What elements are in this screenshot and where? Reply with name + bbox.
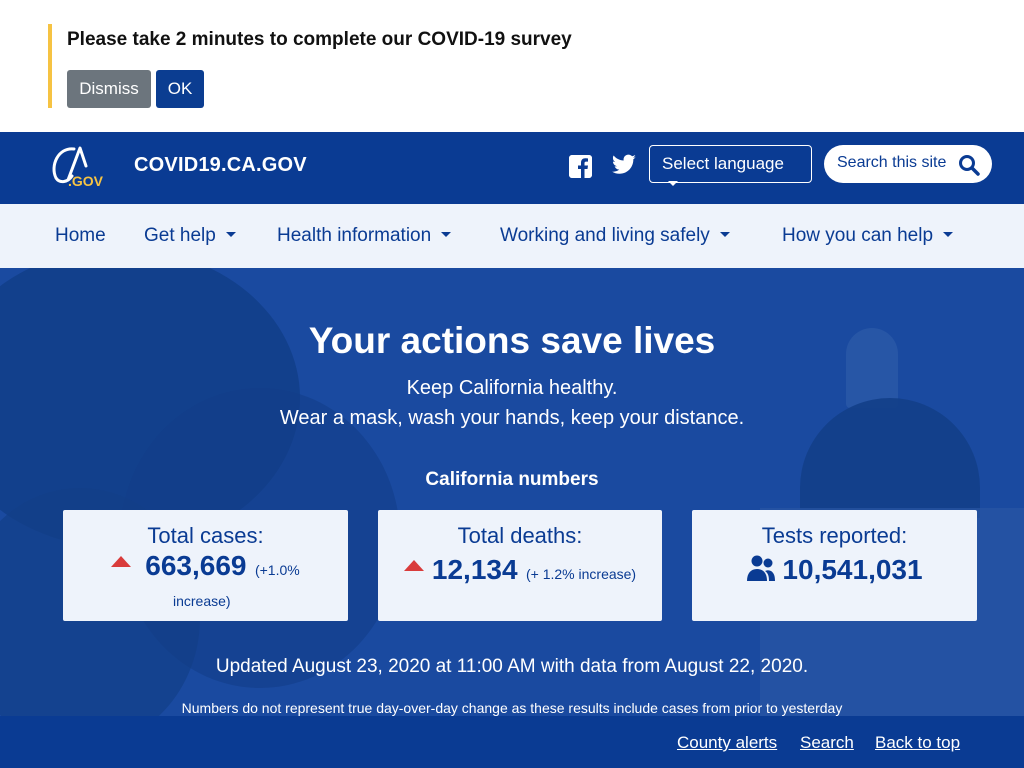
search-placeholder: Search this site — [837, 154, 947, 171]
facebook-icon[interactable] — [569, 155, 592, 178]
ok-button[interactable]: OK — [156, 70, 204, 108]
nav-item-label: How you can help — [782, 225, 934, 246]
numbers-heading: California numbers — [425, 469, 599, 490]
card-label: Total cases: — [147, 523, 264, 548]
search-input[interactable]: Search this site — [824, 145, 992, 183]
chevron-down-icon — [943, 231, 954, 237]
chevron-down-icon — [441, 231, 452, 237]
card-value-row: 663,669 (+1.0% — [63, 550, 348, 582]
card-value-row: 12,134 (+ 1.2% increase) — [378, 554, 662, 586]
site-title[interactable]: COVID19.CA.GOV — [134, 154, 307, 177]
search-link[interactable]: Search — [800, 733, 854, 753]
nav-item-label: Get help — [144, 225, 216, 246]
dismiss-button[interactable]: Dismiss — [67, 70, 151, 108]
card-value: 10,541,031 — [782, 554, 923, 585]
chevron-down-icon — [225, 231, 236, 237]
nav-item-label: Health information — [277, 225, 432, 246]
sticky-footer-bar: County alerts Search Back to top — [0, 716, 1024, 768]
increase-arrow-icon — [403, 560, 424, 571]
people-icon — [747, 555, 776, 581]
nav-item-health-information[interactable]: Health information — [277, 225, 452, 247]
survey-message: Please take 2 minutes to complete our CO… — [67, 29, 572, 50]
survey-banner: Please take 2 minutes to complete our CO… — [0, 0, 1024, 132]
select-language-button[interactable]: Select language — [649, 145, 812, 186]
search-icon[interactable] — [957, 153, 981, 177]
survey-accent-bar — [48, 24, 52, 108]
ca-gov-logo[interactable]: .GOV — [48, 144, 104, 190]
card-value: 12,134 — [431, 554, 518, 585]
hero-subtitle: Wear a mask, wash your hands, keep your … — [279, 407, 745, 429]
card-label: Total deaths: — [457, 523, 583, 548]
card-note: (+1.0% — [254, 562, 300, 578]
nav-item-working-and-living-safely[interactable]: Working and living safely — [500, 225, 730, 247]
total-cases-card: Total cases: 663,669 (+1.0% increase) — [63, 510, 348, 621]
card-note: (+ 1.2% increase) — [525, 566, 637, 582]
county-alerts-link[interactable]: County alerts — [677, 733, 777, 753]
data-disclaimer: Numbers do not represent true day-over-d… — [181, 700, 843, 716]
hero-section: Your actions save lives Keep California … — [0, 268, 1024, 716]
total-deaths-card: Total deaths: 12,134 (+ 1.2% increase) — [378, 510, 662, 621]
nav-item-label: Working and living safely — [500, 225, 710, 246]
card-value-row: 10,541,031 — [692, 554, 977, 586]
select-language-label: Select language — [662, 154, 784, 173]
hero-title: Your actions save lives — [308, 320, 716, 361]
chevron-down-icon — [668, 180, 678, 186]
card-value: 663,669 — [145, 550, 247, 581]
card-label: Tests reported: — [761, 523, 908, 548]
nav-item-home[interactable]: Home — [55, 225, 106, 247]
site-header: .GOV COVID19.CA.GOV Select language Sear… — [0, 132, 1024, 204]
nav-item-label: Home — [55, 225, 106, 246]
increase-arrow-icon — [111, 556, 132, 567]
nav-item-how-you-can-help[interactable]: How you can help — [782, 225, 954, 247]
back-to-top-link[interactable]: Back to top — [875, 733, 960, 753]
chevron-down-icon — [719, 231, 730, 237]
twitter-icon[interactable] — [610, 152, 638, 178]
nav-item-get-help[interactable]: Get help — [144, 225, 236, 247]
tests-reported-card: Tests reported: 10,541,031 — [692, 510, 977, 621]
hero-subtitle: Keep California healthy. — [406, 377, 618, 399]
card-note: increase) — [173, 593, 231, 609]
svg-text:.GOV: .GOV — [68, 173, 104, 189]
updated-timestamp: Updated August 23, 2020 at 11:00 AM with… — [215, 656, 809, 677]
main-nav: Home Get help Health information Working… — [0, 204, 1024, 268]
